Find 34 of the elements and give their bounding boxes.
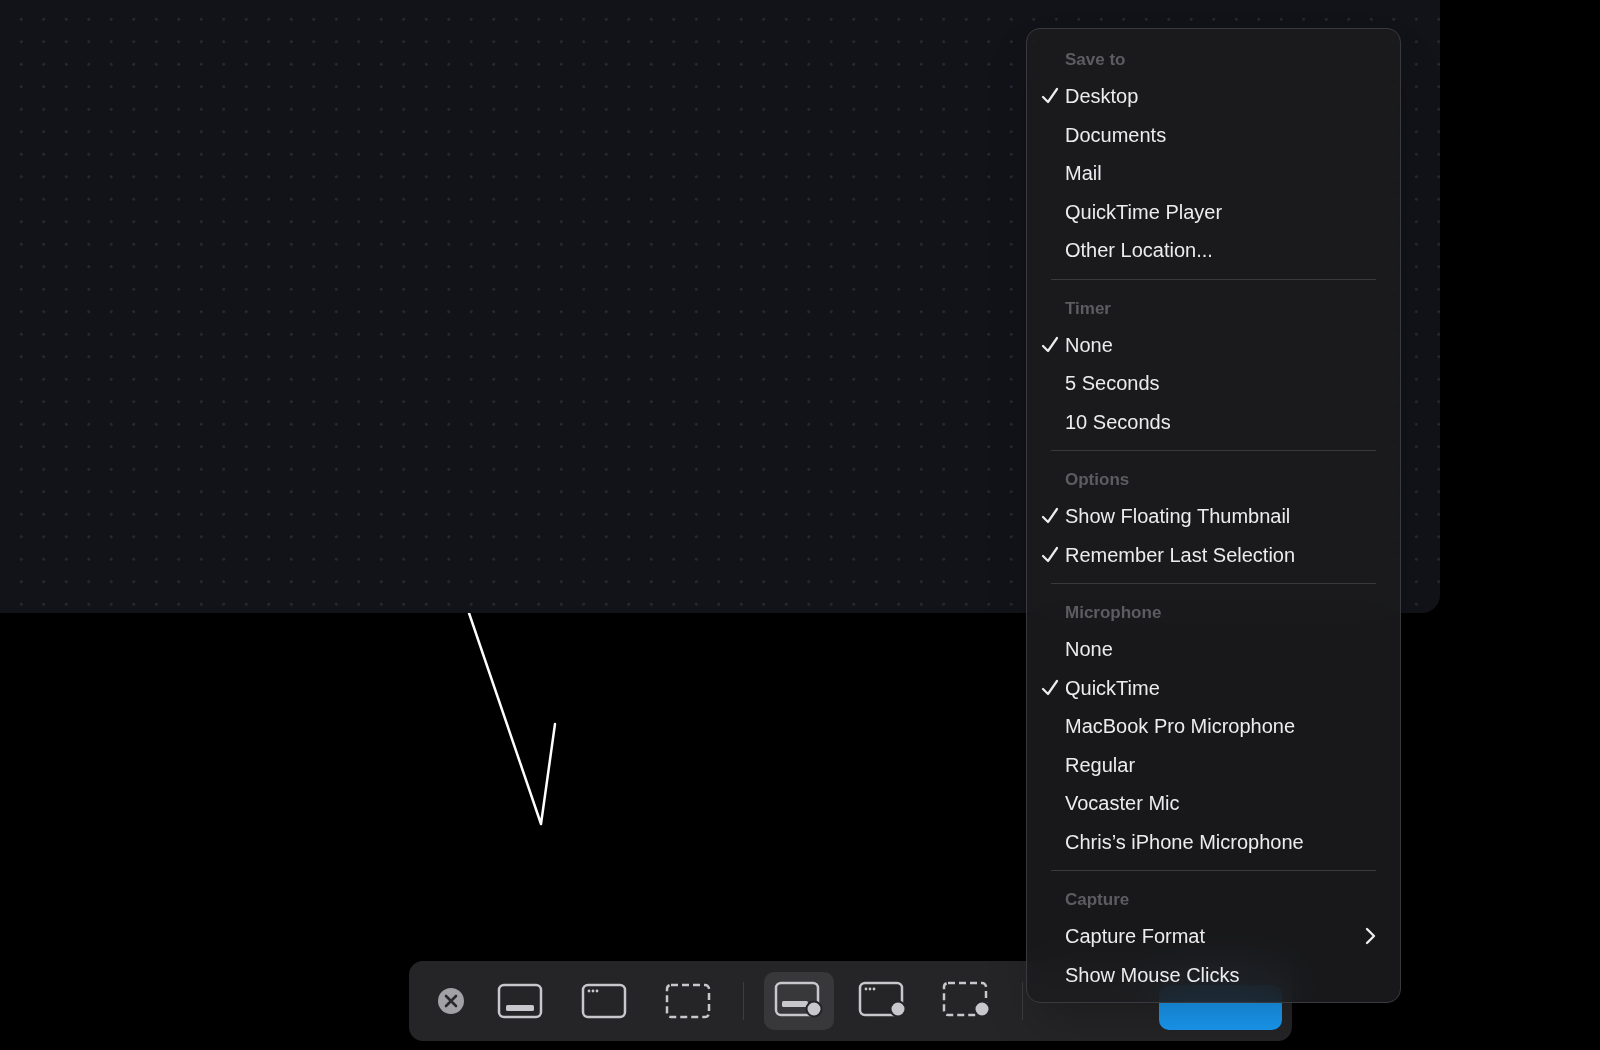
- window-icon: [581, 983, 627, 1019]
- menu-item[interactable]: Chris’s iPhone Microphone: [1027, 822, 1400, 861]
- checkmark-icon: [1041, 678, 1059, 697]
- menu-item[interactable]: Mail: [1027, 154, 1400, 193]
- menu-item[interactable]: QuickTime Player: [1027, 192, 1400, 231]
- menu-item[interactable]: Show Floating Thumbnail: [1027, 497, 1400, 536]
- menu-item[interactable]: 5 Seconds: [1027, 364, 1400, 403]
- menu-item[interactable]: Other Location...: [1027, 231, 1400, 270]
- record-screen-button[interactable]: [764, 972, 834, 1030]
- checkmark-icon: [1041, 507, 1059, 525]
- menu-item[interactable]: Desktop: [1027, 77, 1400, 116]
- menu-item[interactable]: Documents: [1027, 115, 1400, 154]
- menu-item[interactable]: None: [1027, 630, 1400, 669]
- menu-item[interactable]: Vocaster Mic: [1027, 784, 1400, 823]
- checkmark-icon: [1041, 545, 1059, 564]
- section-header: Options: [1065, 469, 1130, 492]
- checkmark-icon: [1041, 87, 1059, 105]
- menu-item[interactable]: MacBook Pro Microphone: [1027, 707, 1400, 746]
- menu-item[interactable]: Regular: [1027, 745, 1400, 784]
- menu-item[interactable]: Remember Last Selection: [1027, 535, 1400, 574]
- screen-icon: [497, 983, 543, 1019]
- section-header: Microphone: [1065, 602, 1162, 625]
- menu-item[interactable]: Show Mouse Clicks: [1027, 955, 1400, 994]
- chevron-right-icon: [1364, 927, 1376, 946]
- selection-icon: [665, 983, 711, 1019]
- menu-item[interactable]: Capture Format: [1027, 917, 1400, 956]
- menu-item[interactable]: QuickTime: [1027, 668, 1400, 707]
- section-header: Capture: [1065, 889, 1130, 912]
- menu-item[interactable]: 10 Seconds: [1027, 402, 1400, 441]
- checkmark-icon: [1041, 335, 1059, 354]
- section-header: Timer: [1065, 297, 1111, 320]
- close-icon: [437, 987, 465, 1015]
- menu-item[interactable]: None: [1027, 325, 1400, 364]
- section-header: Save to: [1065, 49, 1126, 72]
